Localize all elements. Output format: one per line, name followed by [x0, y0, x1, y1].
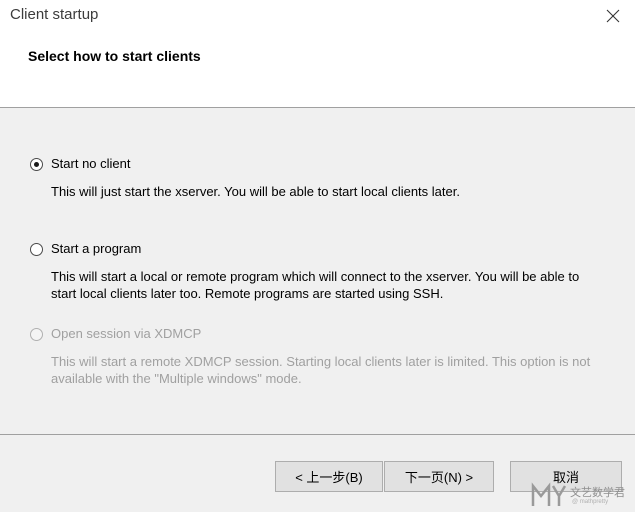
footer-divider — [0, 434, 635, 435]
option-desc-xdmcp: This will start a remote XDMCP session. … — [51, 354, 591, 386]
next-button[interactable]: 下一页(N) > — [384, 461, 494, 492]
wizard-header: Select how to start clients — [0, 32, 635, 108]
watermark-subtext: @ mathpretty — [572, 499, 609, 505]
radio-start-no-client[interactable] — [30, 158, 43, 171]
close-icon — [606, 9, 620, 23]
watermark-logo-icon — [531, 482, 566, 506]
title-bar: Client startup — [0, 0, 635, 32]
option-label-start-no-client[interactable]: Start no client — [51, 156, 131, 171]
option-label-xdmcp: Open session via XDMCP — [51, 326, 202, 341]
close-button[interactable] — [591, 0, 635, 32]
watermark: 文艺数学君 @ mathpretty — [528, 478, 635, 512]
back-button[interactable]: < 上一步(B) — [275, 461, 383, 492]
watermark-text: 文艺数学君 — [570, 487, 625, 499]
radio-xdmcp — [30, 328, 43, 341]
page-title: Select how to start clients — [28, 48, 201, 64]
option-label-start-a-program[interactable]: Start a program — [51, 241, 141, 256]
radio-start-a-program[interactable] — [30, 243, 43, 256]
option-desc-start-no-client: This will just start the xserver. You wi… — [51, 184, 460, 199]
option-desc-start-a-program: This will start a local or remote progra… — [51, 269, 580, 301]
window-title: Client startup — [10, 6, 99, 23]
